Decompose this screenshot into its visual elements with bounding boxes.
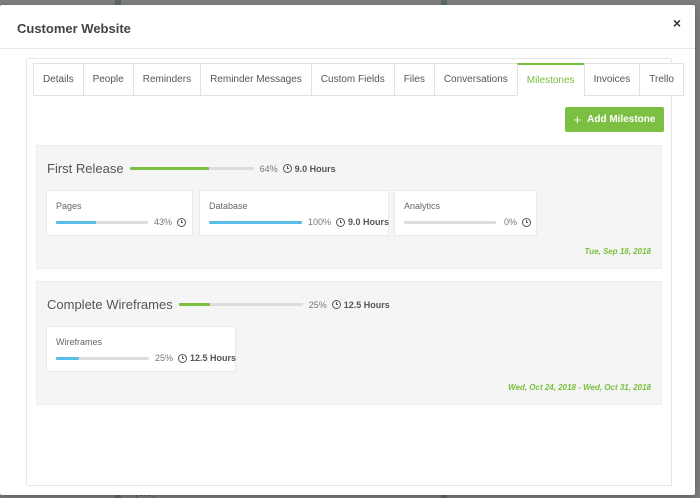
task-card[interactable]: Wireframes 25% 12.5 Hours: [46, 326, 236, 372]
task-progress-fill: [56, 220, 96, 224]
tab-custom-fields[interactable]: Custom Fields: [310, 63, 394, 96]
task-title: Database: [209, 201, 248, 211]
milestone-percent: 64%: [259, 163, 278, 174]
task-percent: 0%: [504, 217, 518, 227]
milestone-date: Tue, Sep 18, 2018: [584, 247, 651, 256]
milestone-progress-fill: [178, 303, 210, 306]
clock-icon: [177, 217, 187, 227]
task-progress-bar: [404, 220, 496, 224]
project-panel: Details People Reminders Reminder Messag…: [26, 58, 684, 486]
milestone-progress-bar: [129, 167, 254, 170]
task-title: Pages: [56, 201, 82, 211]
task-progress-bar: [56, 356, 149, 360]
task-progress-bar: [209, 220, 302, 224]
tab-details[interactable]: Details: [33, 63, 83, 96]
milestone-card: Complete Wireframes 25% 12.5 Hours Wiref…: [36, 281, 662, 405]
modal-header: Customer Website ×: [0, 5, 695, 49]
milestone-header: Complete Wireframes 25% 12.5 Hours: [47, 297, 390, 312]
task-percent: 100%: [308, 217, 332, 227]
close-button[interactable]: ×: [673, 15, 681, 31]
add-milestone-button[interactable]: + Add Milestone: [565, 107, 664, 132]
milestone-progress-fill: [129, 167, 209, 170]
clock-icon: [178, 353, 188, 363]
task-progress-row: 25% 12.5 Hours: [56, 353, 236, 363]
milestone-progress-bar: [178, 303, 303, 306]
tab-reminder-messages[interactable]: Reminder Messages: [200, 63, 311, 96]
milestone-header: First Release 64% 9.0 Hours: [47, 161, 336, 176]
tab-invoices[interactable]: Invoices: [583, 63, 640, 96]
task-title: Wireframes: [56, 337, 103, 347]
task-hours: 9.0 Hours: [348, 217, 390, 227]
milestone-hours: 12.5 Hours: [343, 299, 390, 310]
task-title: Analytics: [404, 201, 441, 211]
clock-icon: [522, 217, 532, 227]
task-progress-fill: [56, 356, 80, 360]
clock-icon: [282, 164, 292, 173]
tab-people[interactable]: People: [82, 63, 133, 96]
plus-icon: +: [573, 112, 582, 127]
task-progress-bar: [56, 220, 148, 224]
milestone-card: First Release 64% 9.0 Hours Pages 43% Da…: [36, 145, 662, 269]
milestone-title[interactable]: Complete Wireframes: [47, 297, 173, 312]
modal-title: Customer Website: [17, 21, 131, 36]
add-milestone-label: Add Milestone: [587, 114, 656, 125]
tab-conversations[interactable]: Conversations: [433, 63, 517, 96]
task-hours: 12.5 Hours: [190, 353, 237, 363]
milestone-date: Wed, Oct 24, 2018 - Wed, Oct 31, 2018: [508, 383, 651, 392]
milestones-modal: Customer Website × Details People Remind…: [0, 5, 695, 495]
task-progress-row: 0%: [404, 217, 532, 227]
milestone-percent: 25%: [308, 299, 327, 310]
milestone-title[interactable]: First Release: [47, 161, 124, 176]
tab-milestones[interactable]: Milestones: [516, 63, 584, 96]
task-card[interactable]: Pages 43%: [46, 190, 193, 236]
task-progress-row: 43%: [56, 217, 187, 227]
tab-bar: Details People Reminders Reminder Messag…: [33, 63, 684, 96]
task-progress-fill: [209, 220, 302, 224]
task-card[interactable]: Analytics 0%: [394, 190, 537, 236]
task-card[interactable]: Database 100% 9.0 Hours: [199, 190, 389, 236]
clock-icon: [331, 300, 341, 309]
tab-trello[interactable]: Trello: [639, 63, 684, 96]
milestone-hours: 9.0 Hours: [294, 163, 336, 174]
clock-icon: [336, 217, 346, 227]
tab-reminders[interactable]: Reminders: [132, 63, 201, 96]
task-progress-row: 100% 9.0 Hours: [209, 217, 389, 227]
task-percent: 25%: [155, 353, 174, 363]
task-percent: 43%: [154, 217, 173, 227]
tab-files[interactable]: Files: [393, 63, 434, 96]
